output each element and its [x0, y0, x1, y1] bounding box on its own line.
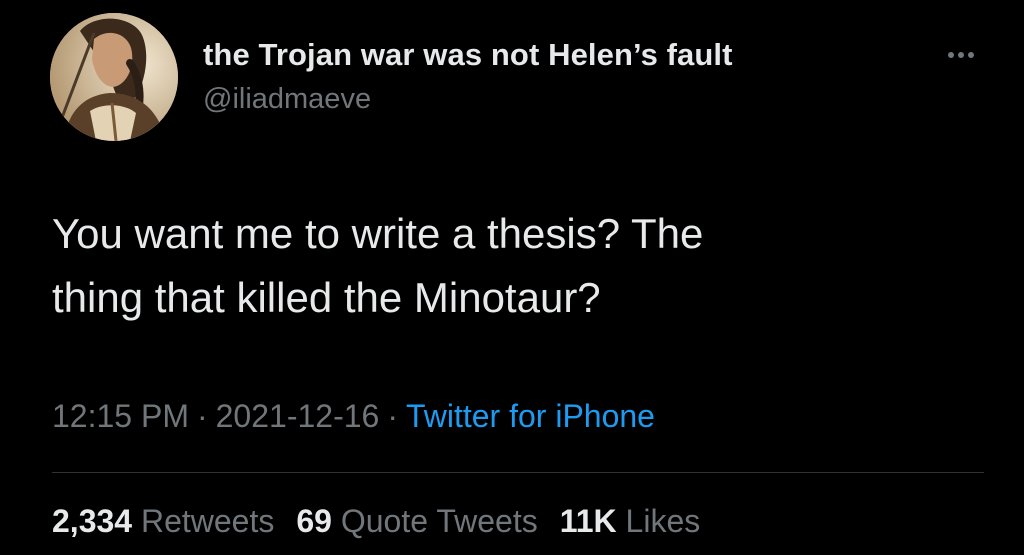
divider [52, 472, 984, 473]
avatar[interactable] [50, 13, 178, 141]
quote-tweets-label: Quote Tweets [340, 503, 538, 539]
meta-separator: · [387, 398, 398, 434]
tweet-date[interactable]: 2021-12-16 [216, 398, 380, 434]
quote-tweets-count: 69 [296, 503, 332, 539]
likes-stat[interactable]: 11K Likes [560, 503, 701, 539]
tweet-stats: 2,334 Retweets 69 Quote Tweets 11K Likes [52, 503, 700, 540]
author-handle[interactable]: @iliadmaeve [203, 83, 371, 116]
retweets-label: Retweets [140, 503, 275, 539]
likes-count: 11K [559, 503, 617, 539]
tweet-card: the Trojan war was not Helen’s fault @il… [0, 0, 1024, 555]
tweet-text: You want me to write a thesis? The thing… [52, 210, 704, 321]
tweet-time[interactable]: 12:15 PM [52, 398, 189, 434]
retweets-stat[interactable]: 2,334 Retweets [52, 503, 274, 539]
more-horizontal-icon [948, 52, 974, 58]
quote-tweets-stat[interactable]: 69 Quote Tweets [296, 503, 537, 539]
tweet-meta: 12:15 PM · 2021-12-16 · Twitter for iPhone [52, 398, 655, 435]
likes-label: Likes [625, 503, 701, 539]
avatar-portrait-icon [50, 13, 178, 141]
tweet-source-link[interactable]: Twitter for iPhone [406, 398, 655, 434]
more-options-button[interactable] [940, 40, 982, 70]
author-display-name[interactable]: the Trojan war was not Helen’s fault [203, 37, 733, 73]
retweets-count: 2,334 [52, 503, 133, 539]
meta-separator: · [196, 398, 208, 434]
